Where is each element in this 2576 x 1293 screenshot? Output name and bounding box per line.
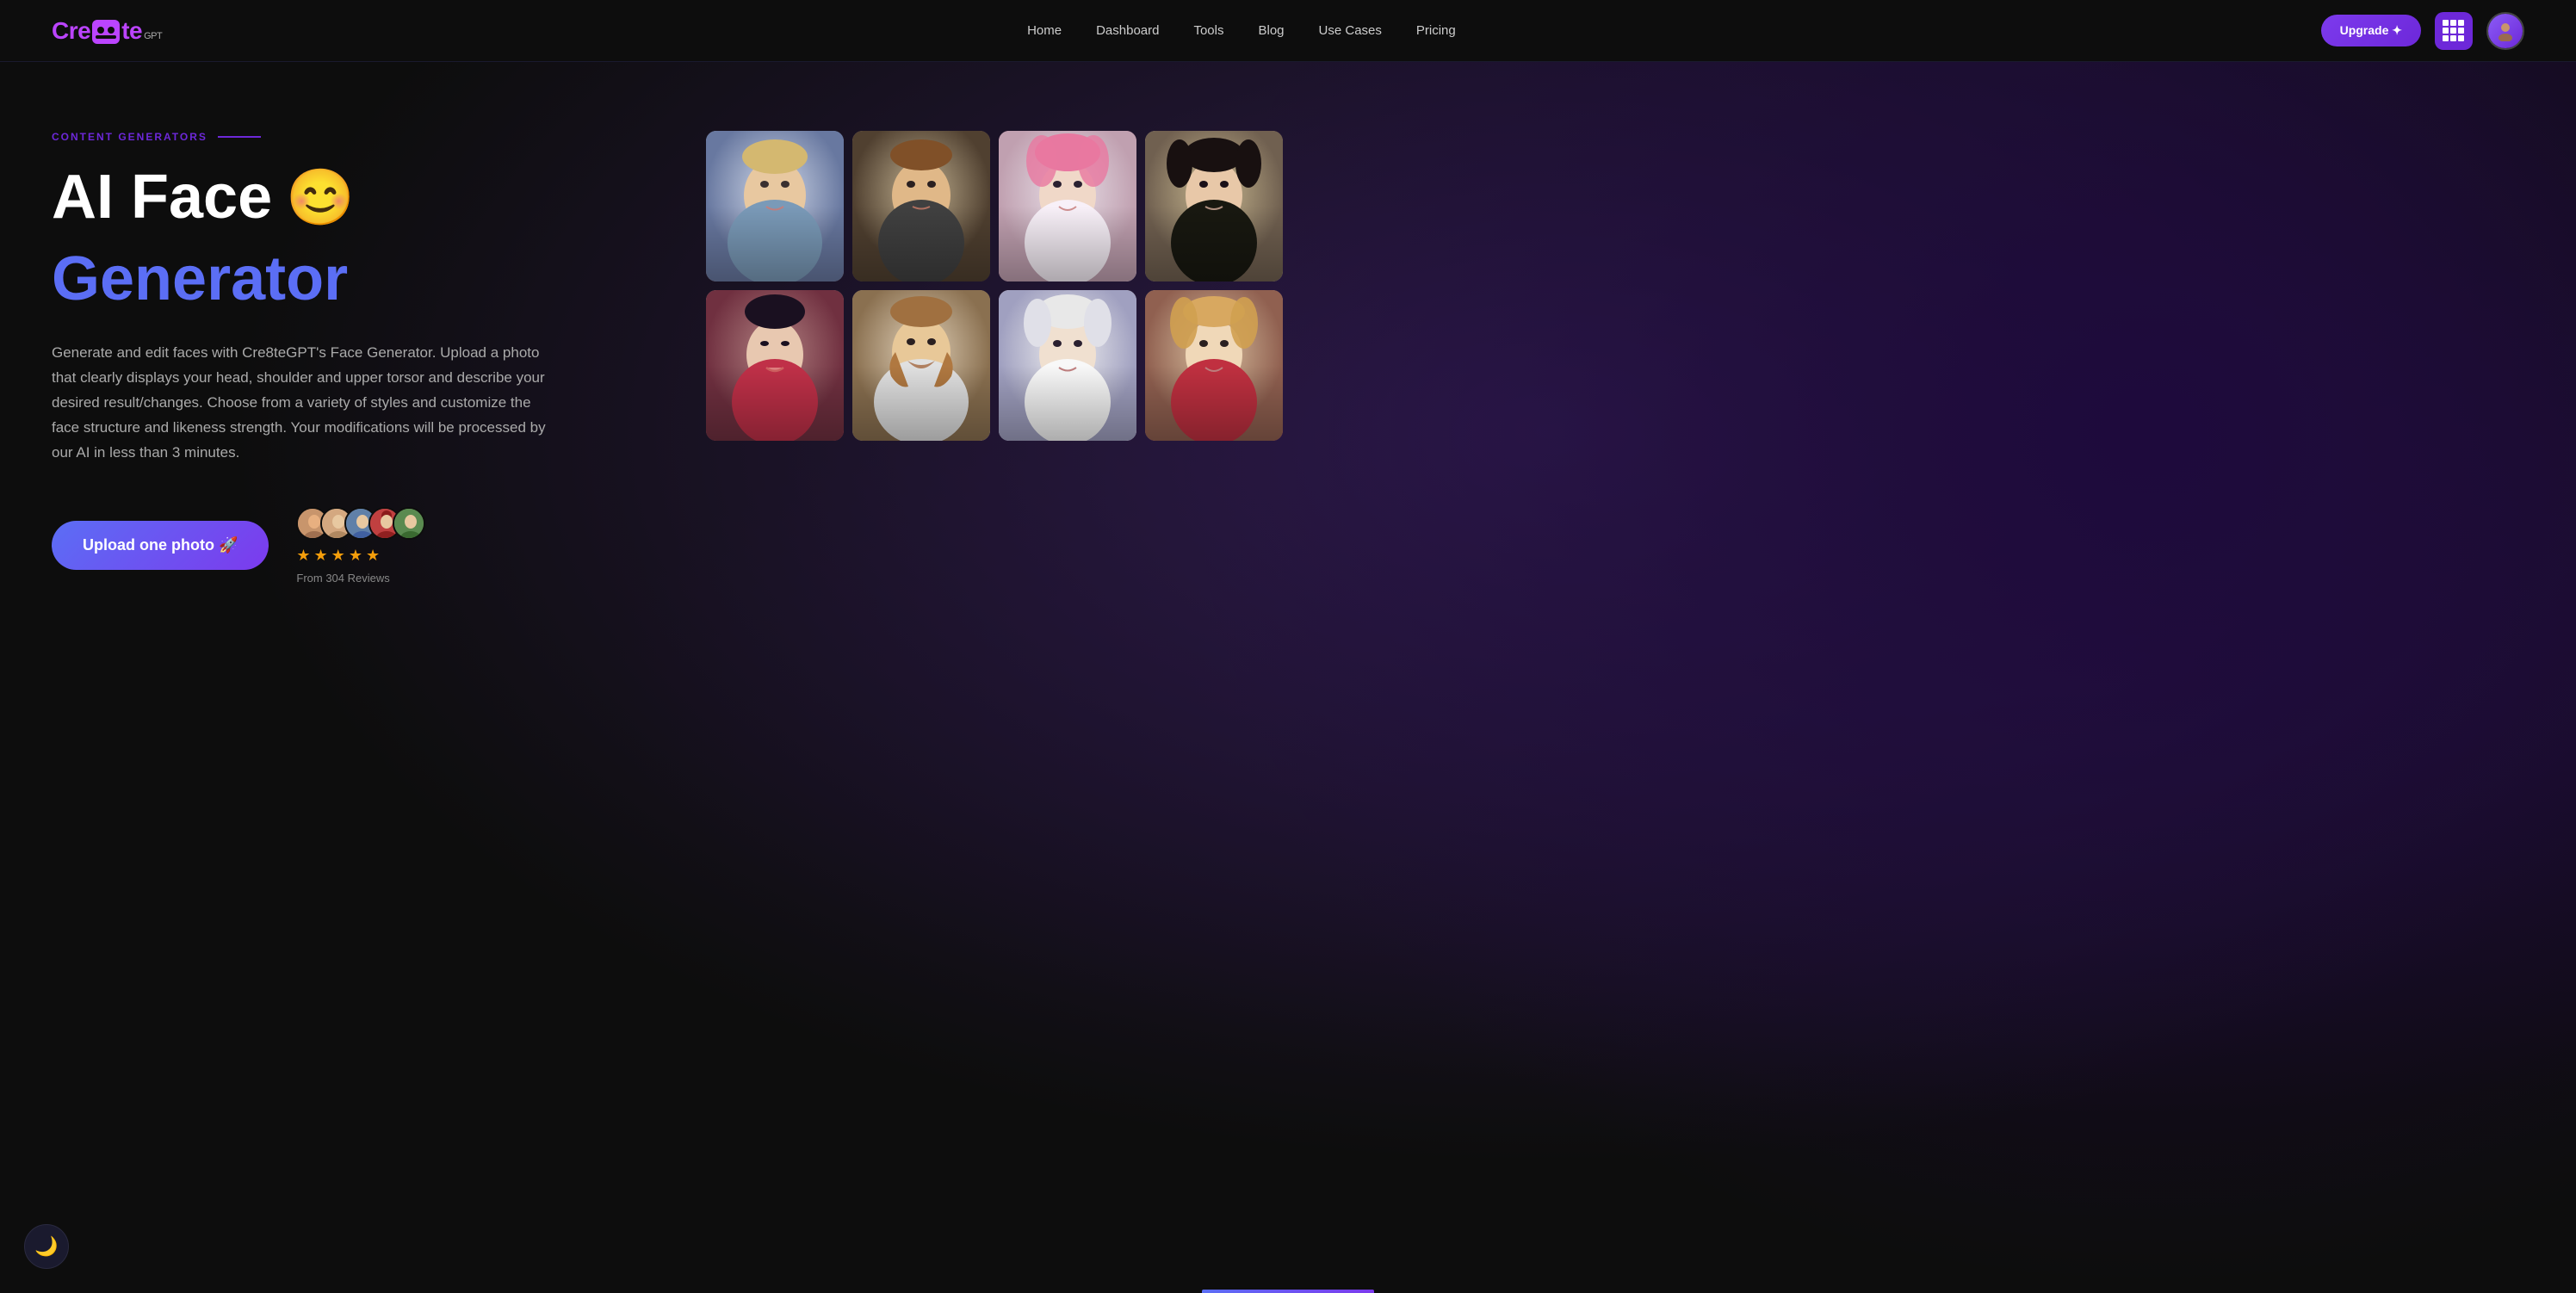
face-image-1 xyxy=(706,131,844,281)
logo-gpt-text: GPT xyxy=(144,31,162,41)
logo-icon xyxy=(92,20,120,44)
photo-card-2 xyxy=(852,131,990,281)
cta-row: Upload one photo 🚀 xyxy=(52,507,654,585)
content-tag: CONTENT GENERATORS xyxy=(52,131,654,143)
face-image-8 xyxy=(1145,290,1283,441)
nav-pricing[interactable]: Pricing xyxy=(1416,23,1456,38)
logo[interactable]: Cre teGPT xyxy=(52,17,162,45)
star-rating: ★ ★ ★ ★ ★ xyxy=(296,547,425,565)
hero-description: Generate and edit faces with Cre8teGPT's… xyxy=(52,341,551,465)
face-image-7 xyxy=(999,290,1136,441)
face-image-5 xyxy=(706,290,844,441)
nav-home[interactable]: Home xyxy=(1027,23,1062,38)
dark-mode-toggle[interactable]: 🌙 xyxy=(24,1224,69,1269)
avatar-icon xyxy=(2488,14,2523,48)
photo-grid xyxy=(706,131,1283,441)
content-tag-line xyxy=(218,136,261,138)
photo-card-5 xyxy=(706,290,844,441)
hero-title-part1: AI Face xyxy=(52,164,272,232)
nav-links: Home Dashboard Tools Blog Use Cases Pric… xyxy=(1027,23,1456,39)
main-content: CONTENT GENERATORS AI Face 😊 Generator G… xyxy=(0,62,2576,1293)
grid-icon xyxy=(2443,20,2464,41)
nav-right: Upgrade ✦ xyxy=(2321,12,2524,50)
photo-card-4 xyxy=(1145,131,1283,281)
upload-photo-button[interactable]: Upload one photo 🚀 xyxy=(52,521,269,570)
face-image-3 xyxy=(999,131,1136,281)
face-image-2 xyxy=(852,131,990,281)
nav-blog[interactable]: Blog xyxy=(1259,23,1285,38)
review-avatars xyxy=(296,507,425,540)
photo-card-8 xyxy=(1145,290,1283,441)
photo-card-1 xyxy=(706,131,844,281)
reviews-block: ★ ★ ★ ★ ★ From 304 Reviews xyxy=(296,507,425,585)
apps-grid-button[interactable] xyxy=(2435,12,2473,50)
photo-card-6 xyxy=(852,290,990,441)
photo-card-3 xyxy=(999,131,1136,281)
hero-title: AI Face 😊 Generator xyxy=(52,164,654,313)
hero-left: CONTENT GENERATORS AI Face 😊 Generator G… xyxy=(52,131,654,585)
nav-use-cases[interactable]: Use Cases xyxy=(1319,23,1382,38)
upgrade-button[interactable]: Upgrade ✦ xyxy=(2321,15,2421,46)
nav-tools[interactable]: Tools xyxy=(1193,23,1223,38)
face-image-4 xyxy=(1145,131,1283,281)
review-avatar-5 xyxy=(393,507,425,540)
photo-card-7 xyxy=(999,290,1136,441)
review-count-text: From 304 Reviews xyxy=(296,572,425,585)
scroll-indicator xyxy=(1202,1290,1374,1293)
hero-title-part2: Generator xyxy=(52,245,348,313)
logo-text: Cre teGPT xyxy=(52,17,162,45)
face-image-6 xyxy=(852,290,990,441)
content-tag-text: CONTENT GENERATORS xyxy=(52,131,207,143)
nav-dashboard[interactable]: Dashboard xyxy=(1096,23,1159,38)
user-avatar-button[interactable] xyxy=(2486,12,2524,50)
hero-title-emoji: 😊 xyxy=(286,167,355,227)
navbar: Cre teGPT Home Dashboard Tools Blog Use … xyxy=(0,0,2576,62)
